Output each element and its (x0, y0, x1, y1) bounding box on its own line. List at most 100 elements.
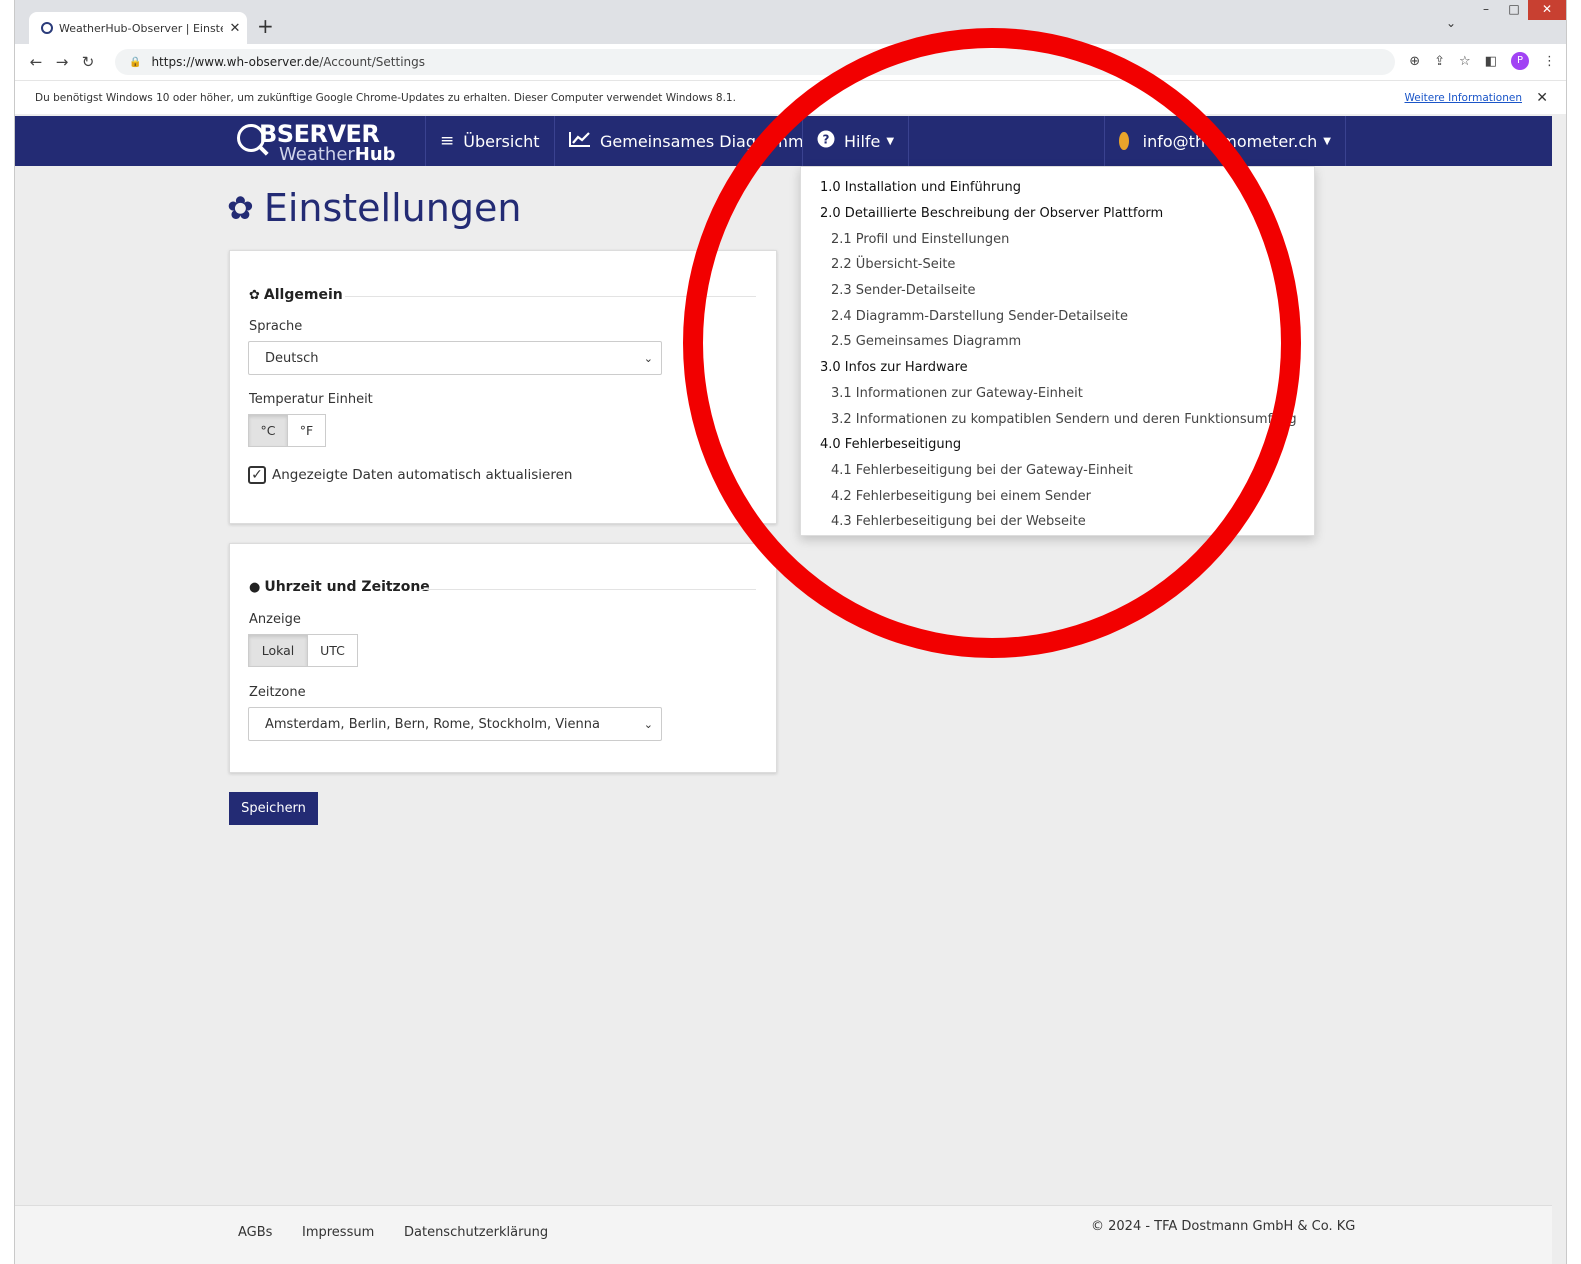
site-footer: AGBs Impressum Datenschutzerklärung © 20… (15, 1205, 1552, 1264)
general-legend-text: Allgemein (263, 287, 343, 303)
help-menu-item[interactable]: 2.2 Übersicht-Seite (801, 252, 1314, 278)
logo-hub: Hub (354, 144, 396, 165)
help-menu-item[interactable]: 1.0 Installation und Einführung (801, 175, 1314, 201)
gear-icon: ✿ (227, 189, 254, 227)
user-email: info@thermometer.ch (1142, 131, 1318, 151)
time-settings-card: ● Uhrzeit und Zeitzone Anzeige Lokal UTC… (229, 543, 777, 773)
help-menu-item[interactable]: 3.2 Informationen zu kompatiblen Sendern… (801, 406, 1314, 432)
auto-refresh-checkbox[interactable]: ✓ Angezeigte Daten automatisch aktualisi… (248, 466, 572, 484)
user-circle-icon (1119, 132, 1129, 150)
language-select[interactable]: Deutsch ⌄ (248, 341, 662, 375)
nav-help-label: Hilfe (844, 131, 881, 151)
celsius-button[interactable]: °C (248, 414, 288, 447)
help-menu-item[interactable]: 2.1 Profil und Einstellungen (801, 226, 1314, 252)
update-infobar: Du benötigst Windows 10 oder höher, um z… (15, 80, 1566, 114)
nav-overview-label: Übersicht (463, 131, 540, 151)
infobar-more-link[interactable]: Weitere Informationen (1405, 92, 1523, 104)
chevron-down-icon: ⌄ (643, 351, 653, 365)
tab-title: WeatherHub-Observer | Einstellu (59, 21, 223, 35)
site-navbar: BSERVER WeatherHub ≡ Übersicht Gemeinsam… (15, 116, 1552, 166)
help-menu-item[interactable]: 3.1 Informationen zur Gateway-Einheit (801, 381, 1314, 407)
share-icon[interactable]: ⇪ (1434, 54, 1445, 69)
logo-weather: Weather (279, 144, 355, 165)
infobar-text: Du benötigst Windows 10 oder höher, um z… (35, 91, 736, 104)
footer-agb-link[interactable]: AGBs (238, 1225, 272, 1240)
tab-close-icon[interactable]: ✕ (223, 21, 247, 36)
back-arrow-icon[interactable]: ← (23, 53, 49, 71)
address-bar[interactable]: 🔒 https://www.wh-observer.de/Account/Set… (115, 49, 1395, 75)
language-label: Sprache (249, 319, 303, 334)
reload-icon[interactable]: ↻ (75, 53, 101, 71)
logo-subtitle: WeatherHub (279, 144, 396, 165)
nav-user-menu[interactable]: info@thermometer.ch ▼ (1104, 116, 1346, 166)
help-menu-item[interactable]: 3.0 Infos zur Hardware (801, 355, 1314, 381)
time-legend-text: Uhrzeit und Zeitzone (264, 579, 430, 595)
display-label: Anzeige (249, 612, 301, 627)
bars-icon: ≡ (440, 131, 455, 151)
help-menu-item[interactable]: 4.0 Fehlerbeseitigung (801, 432, 1314, 458)
save-button[interactable]: Speichern (229, 792, 318, 825)
chevron-down-icon: ⌄ (643, 717, 653, 731)
nav-shared-diagram[interactable]: Gemeinsames Diagramm (554, 116, 818, 166)
checkbox-checked-icon: ✓ (248, 466, 266, 484)
window-close-button[interactable]: ✕ (1528, 0, 1566, 20)
site-favicon-icon (41, 22, 53, 34)
question-circle-icon: ? (817, 130, 835, 153)
footer-copyright: © 2024 - TFA Dostmann GmbH & Co. KG (1091, 1219, 1356, 1234)
forward-arrow-icon[interactable]: → (49, 53, 75, 71)
help-menu-item[interactable]: 2.5 Gemeinsames Diagramm (801, 329, 1314, 355)
kebab-menu-icon[interactable]: ⋮ (1543, 54, 1556, 69)
url-host: https://www.wh-observer.de (151, 55, 320, 69)
profile-avatar[interactable]: P (1511, 52, 1529, 70)
minimize-button[interactable]: – (1472, 0, 1500, 20)
footer-impressum-link[interactable]: Impressum (302, 1225, 374, 1240)
general-settings-card: ✿ Allgemein Sprache Deutsch ⌄ Temperatur… (229, 250, 777, 524)
fahrenheit-button[interactable]: °F (288, 414, 326, 447)
help-menu-item[interactable]: 2.0 Detaillierte Beschreibung der Observ… (801, 201, 1314, 227)
tab-strip: WeatherHub-Observer | Einstellu ✕ + ⌄ – … (15, 0, 1566, 44)
help-menu-item[interactable]: 4.3 Fehlerbeseitigung bei der Webseite (801, 509, 1314, 535)
utc-button[interactable]: UTC (308, 634, 358, 667)
browser-tab[interactable]: WeatherHub-Observer | Einstellu ✕ (29, 12, 247, 44)
help-dropdown-menu: 1.0 Installation und Einführung 2.0 Detai… (800, 166, 1315, 536)
timezone-value: Amsterdam, Berlin, Bern, Rome, Stockholm… (265, 716, 600, 732)
help-menu-item[interactable]: 2.3 Sender-Detailseite (801, 278, 1314, 304)
help-menu-item[interactable]: 4.2 Fehlerbeseitigung bei einem Sender (801, 483, 1314, 509)
observer-logo[interactable]: BSERVER WeatherHub (235, 120, 396, 165)
help-menu-item[interactable]: 2.4 Diagramm-Darstellung Sender-Detailse… (801, 303, 1314, 329)
legend-divider (345, 296, 756, 297)
bookmark-star-icon[interactable]: ☆ (1459, 54, 1471, 69)
page-title: ✿ Einstellungen (227, 186, 521, 230)
window-controls: – □ ✕ (1472, 0, 1566, 20)
nav-diagram-label: Gemeinsames Diagramm (600, 131, 804, 151)
footer-privacy-link[interactable]: Datenschutzerklärung (404, 1225, 548, 1240)
caret-down-icon: ▼ (886, 135, 895, 147)
general-legend: ✿ Allgemein (249, 287, 343, 303)
browser-toolbar: ← → ↻ 🔒 https://www.wh-observer.de/Accou… (15, 44, 1566, 80)
auto-refresh-label: Angezeigte Daten automatisch aktualisier… (272, 467, 573, 483)
language-value: Deutsch (265, 350, 319, 366)
side-panel-icon[interactable]: ◧ (1485, 54, 1497, 69)
help-menu-item[interactable]: 4.1 Fehlerbeseitigung bei der Gateway-Ei… (801, 458, 1314, 484)
nav-overview[interactable]: ≡ Übersicht (425, 116, 554, 166)
url-path: /Account/Settings (319, 55, 426, 69)
zoom-icon[interactable]: ⊕ (1409, 54, 1420, 69)
time-legend: ● Uhrzeit und Zeitzone (249, 579, 430, 595)
timezone-select[interactable]: Amsterdam, Berlin, Bern, Rome, Stockholm… (248, 707, 662, 741)
lock-icon: 🔒 (129, 56, 142, 68)
toolbar-icons: ⊕ ⇪ ☆ ◧ P ⋮ (1409, 52, 1556, 70)
page-title-text: Einstellungen (263, 186, 522, 230)
new-tab-button[interactable]: + (257, 14, 274, 38)
maximize-button[interactable]: □ (1500, 0, 1528, 20)
caret-down-icon: ▼ (1323, 135, 1331, 147)
tab-search-icon[interactable]: ⌄ (1446, 16, 1456, 30)
display-toggle: Lokal UTC (248, 634, 358, 667)
globe-icon: ● (249, 579, 261, 595)
temp-unit-label: Temperatur Einheit (249, 392, 373, 407)
local-button[interactable]: Lokal (248, 634, 308, 667)
gear-icon: ✿ (249, 287, 260, 303)
timezone-label: Zeitzone (249, 685, 306, 700)
browser-window: WeatherHub-Observer | Einstellu ✕ + ⌄ – … (14, 0, 1567, 1264)
infobar-close-icon[interactable]: ✕ (1536, 90, 1548, 106)
nav-help[interactable]: ? Hilfe ▼ (802, 116, 910, 166)
